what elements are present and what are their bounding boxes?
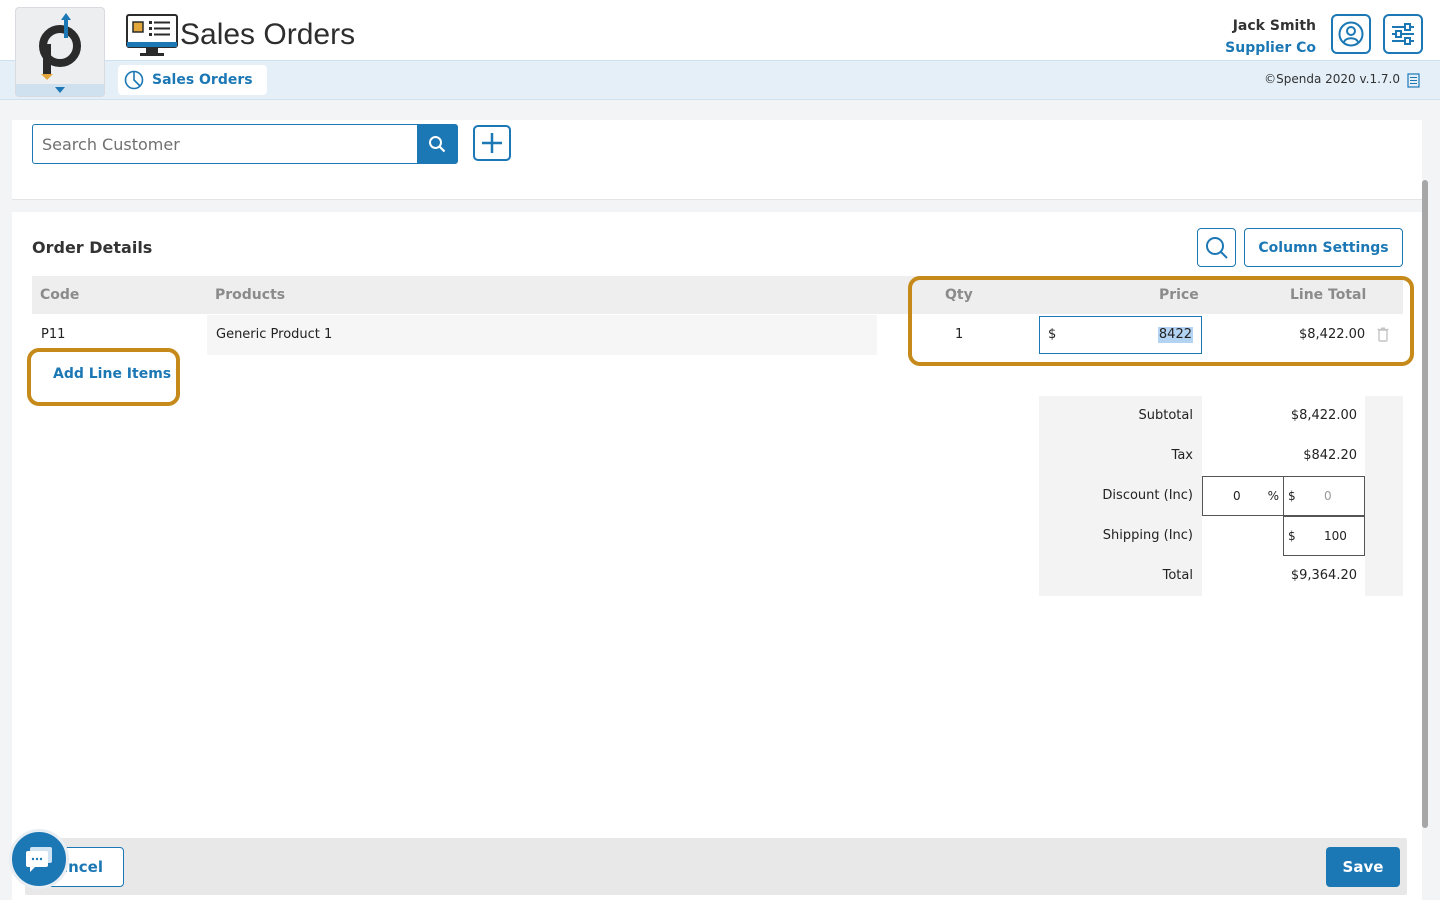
- chat-icon: [26, 847, 52, 872]
- total-row: Total $9,364.20: [1039, 556, 1403, 596]
- row-tail: [1365, 436, 1403, 476]
- percent-symbol: %: [1267, 489, 1279, 503]
- tax-label: Tax: [1039, 436, 1202, 476]
- subtotal-row: Subtotal $8,422.00: [1039, 396, 1403, 436]
- discount-currency: $: [1288, 489, 1296, 503]
- row-tail: [1365, 556, 1403, 596]
- total-label: Total: [1039, 556, 1202, 596]
- user-info: Jack Smith Supplier Co: [1225, 15, 1316, 59]
- add-customer-button[interactable]: [473, 125, 511, 161]
- page-title: Sales Orders: [180, 18, 356, 51]
- tab-sales-orders[interactable]: Sales Orders: [118, 65, 267, 95]
- customer-card: [12, 120, 1422, 200]
- footer-bar: ancel Save: [25, 838, 1407, 895]
- app-switcher[interactable]: [15, 7, 105, 97]
- search-lines-button[interactable]: [1197, 228, 1236, 267]
- company-name: Supplier Co: [1225, 40, 1316, 56]
- user-name: Jack Smith: [1232, 18, 1316, 34]
- settings-sliders-icon: [1392, 23, 1414, 45]
- chat-button[interactable]: [9, 829, 69, 889]
- spenda-logo-icon: [39, 13, 81, 80]
- row-tail: [1365, 476, 1403, 516]
- add-line-items-button[interactable]: Add Line Items: [53, 366, 171, 382]
- tax-row: Tax $842.20: [1039, 436, 1403, 476]
- shipping-label: Shipping (Inc): [1039, 516, 1202, 556]
- shipping-amount-input[interactable]: $ 100: [1283, 516, 1365, 556]
- shipping-amount-value: 100: [1324, 529, 1347, 543]
- section-title: Order Details: [32, 238, 153, 257]
- subtotal-value: $8,422.00: [1290, 408, 1357, 423]
- col-products[interactable]: Products: [215, 276, 285, 314]
- shipping-currency: $: [1288, 529, 1296, 543]
- total-value: $9,364.20: [1290, 568, 1357, 583]
- tax-value: $842.20: [1303, 448, 1357, 463]
- discount-row: Discount (Inc) 0 % $ 0: [1039, 476, 1403, 516]
- search-icon: [429, 136, 446, 153]
- search-button[interactable]: [417, 125, 457, 163]
- settings-button[interactable]: [1383, 14, 1423, 54]
- col-code[interactable]: Code: [40, 276, 79, 314]
- scrollbar[interactable]: [1422, 180, 1428, 828]
- totals-panel: Subtotal $8,422.00 Tax $842.20 Discount …: [1039, 396, 1403, 596]
- customer-search: [32, 124, 458, 164]
- tab-label: Sales Orders: [152, 72, 253, 88]
- discount-percent-input[interactable]: 0 %: [1202, 476, 1284, 516]
- pie-chart-icon: [124, 70, 144, 90]
- shipping-row: Shipping (Inc) $ 100: [1039, 516, 1403, 556]
- order-details-card: Order Details Column Settings Code Produ…: [12, 212, 1422, 900]
- highlight-price-row: [908, 276, 1414, 366]
- row-tail: [1365, 516, 1403, 556]
- save-button[interactable]: Save: [1326, 847, 1400, 887]
- subtotal-label: Subtotal: [1039, 396, 1202, 436]
- user-circle-icon: [1338, 21, 1364, 47]
- plus-icon: [482, 133, 502, 153]
- version-text: ©Spenda 2020 v.1.7.0: [1264, 72, 1400, 86]
- sales-orders-app-icon: [126, 14, 178, 56]
- discount-label: Discount (Inc): [1039, 476, 1202, 516]
- discount-amount-value: 0: [1324, 489, 1332, 503]
- search-icon: [1205, 236, 1228, 259]
- row-product: Generic Product 1: [216, 327, 333, 342]
- chevron-down-icon[interactable]: [16, 84, 104, 96]
- document-icon[interactable]: [1407, 73, 1420, 88]
- discount-amount-input[interactable]: $ 0: [1283, 476, 1365, 516]
- row-tail: [1365, 396, 1403, 436]
- search-customer-input[interactable]: [33, 125, 417, 163]
- user-profile-button[interactable]: [1331, 14, 1371, 54]
- discount-percent-value: 0: [1233, 489, 1241, 503]
- column-settings-button[interactable]: Column Settings: [1244, 228, 1403, 267]
